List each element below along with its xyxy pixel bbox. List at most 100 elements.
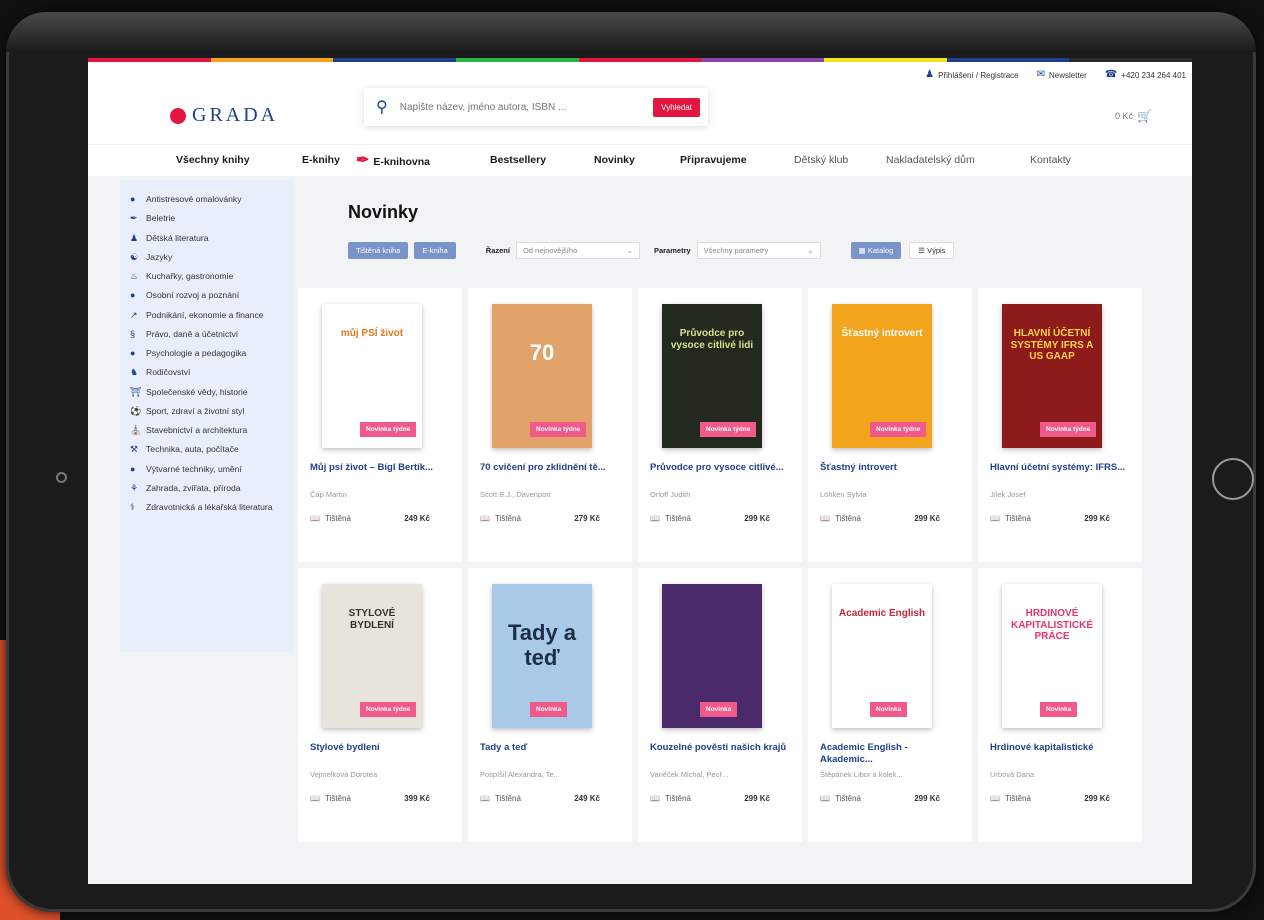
newsletter-link[interactable]: ✉ Newsletter — [1037, 70, 1087, 80]
new-badge: Novinka týdne — [530, 422, 587, 437]
museum-icon: ⛩ — [130, 386, 142, 397]
nav-nakladatelsky-dum[interactable]: Nakladatelský dům — [886, 154, 975, 166]
book-price: 299 Kč — [914, 794, 940, 803]
category-item[interactable]: ⚕ Zdravotnická a lékařská literatura — [120, 498, 294, 517]
book-card[interactable]: Tady a teď Novinka Tady a teď Pospíšil Alex… — [468, 568, 632, 842]
book-price: 299 Kč — [1084, 514, 1110, 523]
book-author[interactable]: Vaněček Michal, Pecř... — [650, 770, 728, 779]
nav-pripravujeme[interactable]: Připravujeme — [680, 154, 747, 166]
category-item[interactable]: ⚽ Sport, zdraví a životní styl — [120, 402, 294, 421]
nav-detsky-klub[interactable]: Dětský klub — [794, 154, 848, 166]
list-icon: ☰ — [918, 245, 928, 255]
category-item[interactable]: ⛩ Společenské vědy, historie — [120, 383, 294, 402]
grada-logo[interactable]: GRADA — [170, 104, 278, 127]
cart[interactable]: 0 Kč 🛒 — [1115, 110, 1152, 122]
search-icon: ⚲ — [376, 99, 388, 116]
nav-bestsellery[interactable]: Bestsellery — [490, 154, 546, 166]
category-item[interactable]: ↗ Podnikání, ekonomie a finance — [120, 306, 294, 325]
book-author[interactable]: Vejmelková Dorotea — [310, 770, 377, 779]
user-icon: ♟ — [925, 69, 935, 80]
book-author[interactable]: Scott B.J., Davenport — [480, 490, 551, 499]
login-link[interactable]: ♟ Přihlášení / Registrace — [925, 70, 1018, 80]
category-item[interactable]: § Právo, daně a účetnictví — [120, 325, 294, 344]
book-title[interactable]: Šťastný introvert — [820, 462, 960, 474]
book-title[interactable]: Hlavní účetní systémy: IFRS... — [990, 462, 1130, 474]
search-input[interactable] — [397, 100, 632, 114]
book-card[interactable]: Šťastný introvert Novinka týdne Šťastný in… — [808, 288, 972, 562]
view-catalog-button[interactable]: ▦ Katalog — [850, 241, 902, 259]
nav-novinky[interactable]: Novinky — [594, 154, 635, 166]
category-item[interactable]: ♞ Rodičovství — [120, 363, 294, 382]
cover-text: Průvodce pro vysoce citlivé lidi — [670, 328, 754, 351]
building-icon: ⛪ — [130, 425, 142, 435]
book-card[interactable]: můj PSÍ život Novinka týdne Můj psí život … — [298, 288, 462, 562]
book-meta: 📖 Tištěná 299 Kč — [990, 794, 1110, 803]
book-title[interactable]: Kouzelné pověsti našich krajů — [650, 742, 790, 754]
filter-ebook-button[interactable]: E-kniha — [414, 241, 456, 259]
book-title[interactable]: Stylové bydlení — [310, 742, 450, 754]
book-author[interactable]: Jílek Josef — [990, 490, 1025, 499]
book-card[interactable]: HLAVNÍ ÚČETNÍ SYSTÉMY IFRS A US GAAP Novi… — [978, 288, 1142, 562]
book-title[interactable]: Academic English - Akademic... — [820, 742, 960, 766]
book-format-icon: 📖 — [990, 514, 1000, 523]
book-card[interactable]: HRDINOVÉ KAPITALISTICKÉ PRÁCE Novinka Hrdi… — [978, 568, 1142, 842]
category-item[interactable]: ⚘ Zahrada, zvířata, příroda — [120, 479, 294, 498]
language-icon: ☯ — [130, 251, 139, 262]
category-item[interactable]: ♨ Kuchařky, gastronomie — [120, 267, 294, 286]
pen-icon: ✒ — [356, 152, 370, 169]
view-list-button[interactable]: ☰ Výpis — [909, 241, 955, 259]
book-format-icon: 📖 — [310, 514, 320, 523]
book-format: Tištěná — [494, 794, 521, 803]
home-button[interactable] — [1212, 458, 1254, 500]
book-author[interactable]: Orloff Judith — [650, 490, 690, 499]
category-item[interactable]: ● Psychologie a pedagogika — [120, 344, 294, 363]
book-card[interactable]: Academic English Novinka Academic English … — [808, 568, 972, 842]
camera-icon — [56, 472, 67, 483]
book-format-icon: 📖 — [820, 794, 830, 803]
book-format: Tištěná — [494, 514, 521, 523]
stroller-icon: ♞ — [130, 367, 139, 378]
head-icon: ● — [130, 348, 136, 358]
book-title[interactable]: Tady a teď — [480, 742, 620, 754]
book-title[interactable]: Hrdinové kapitalistické — [990, 742, 1130, 754]
book-title[interactable]: Průvodce pro vysoce citlivé... — [650, 462, 790, 474]
book-author[interactable]: Löhken Sylvia — [820, 490, 867, 499]
child-icon: ♟ — [130, 232, 139, 243]
sort-select[interactable]: Od nejnovějšího ⌄ — [515, 241, 640, 259]
category-item[interactable]: ☯ Jazyky — [120, 248, 294, 267]
book-card[interactable]: STYLOVÉ BYDLENÍ Novinka týdne Stylové bydl… — [298, 568, 462, 842]
book-author[interactable]: Čáp Martin — [310, 490, 347, 499]
category-item[interactable]: ● Výtvarné techniky, umění — [120, 460, 294, 479]
book-meta: 📖 Tištěná 249 Kč — [480, 794, 600, 803]
book-author[interactable]: Urbová Dana — [990, 770, 1034, 779]
book-card[interactable]: Průvodce pro vysoce citlivé lidi Novinka … — [638, 288, 802, 562]
category-item[interactable]: ● Osobní rozvoj a poznání — [120, 286, 294, 305]
nav-e-knihovna[interactable]: ✒ E-knihovna — [356, 150, 430, 170]
book-title[interactable]: Můj psí život – Bígl Bertík... — [310, 462, 450, 474]
search-button[interactable]: Vyhledat — [653, 97, 700, 117]
category-item[interactable]: ⚒ Technika, auta, počítače — [120, 440, 294, 459]
book-title[interactable]: 70 cvičení pro zklidnění tě... — [480, 462, 620, 474]
category-item[interactable]: ♟ Dětská literatura — [120, 229, 294, 248]
phone-link[interactable]: ☎ +420 234 264 401 — [1105, 70, 1186, 80]
sort-label: Řazení — [485, 245, 510, 255]
params-select[interactable]: Všechny parametry ⌄ — [696, 241, 821, 259]
category-item[interactable]: ⛪ Stavebnictví a architektura — [120, 421, 294, 440]
nav-kontakty[interactable]: Kontakty — [1030, 154, 1071, 166]
filter-print-button[interactable]: Tištěná kniha — [348, 241, 409, 259]
book-price: 299 Kč — [744, 794, 770, 803]
category-item[interactable]: ● Antistresové omalovánky — [120, 190, 294, 209]
book-card[interactable]: 70 Novinka týdne 70 cvičení pro zklidnění … — [468, 288, 632, 562]
category-item[interactable]: ✒ Beletrie — [120, 209, 294, 228]
book-author[interactable]: Pospíšil Alexandra, Te... — [480, 770, 560, 779]
nav-vsechny-knihy[interactable]: Všechny knihy — [176, 154, 250, 166]
book-format: Tištěná — [664, 514, 691, 523]
book-author[interactable]: Štěpánek Libor a kolek... — [820, 770, 903, 779]
top-utility-bar: ♟ Přihlášení / Registrace ✉ Newsletter ☎ +4… — [925, 62, 1192, 88]
cover-text: 70 — [529, 340, 555, 365]
logo-text: GRADA — [192, 104, 279, 126]
book-card[interactable]: Novinka Kouzelné pověsti našich krajů Vaně… — [638, 568, 802, 842]
book-price: 299 Kč — [1084, 794, 1110, 803]
grid-icon: ▦ — [858, 245, 868, 255]
nav-e-knihy[interactable]: E-knihy — [302, 154, 340, 166]
